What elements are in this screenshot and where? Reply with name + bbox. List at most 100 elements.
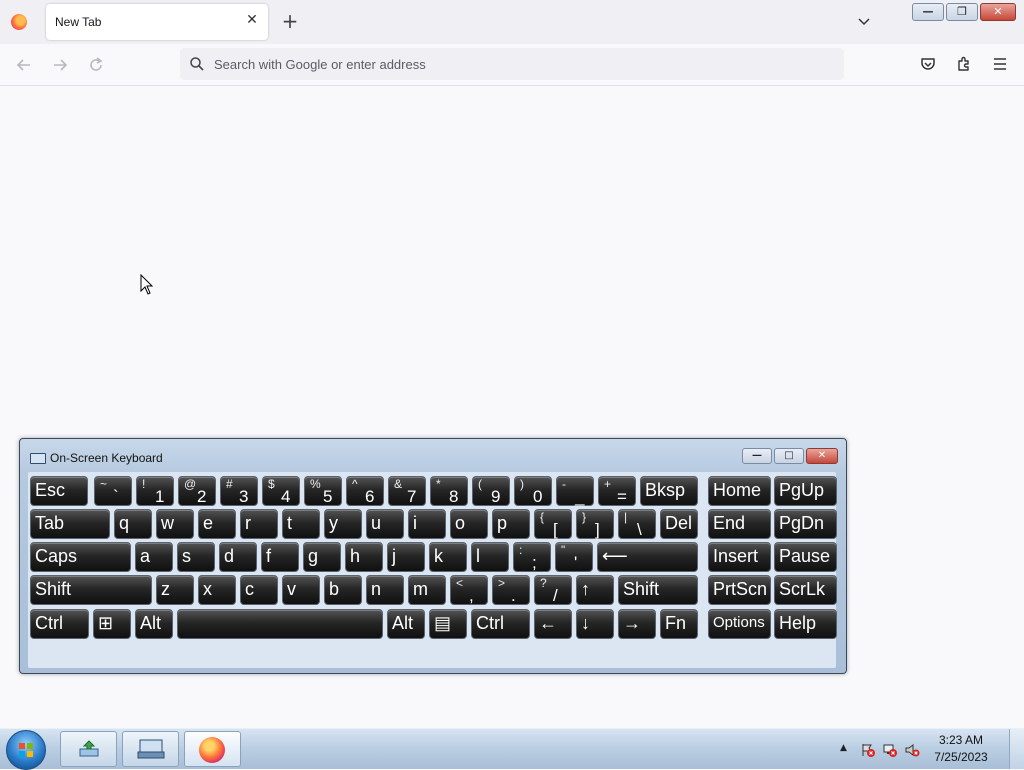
url-bar[interactable] — [180, 48, 844, 80]
key-rbracket[interactable]: }] — [576, 509, 614, 539]
key-pgdn[interactable]: PgDn — [774, 509, 837, 539]
key-left[interactable]: ← — [534, 609, 572, 639]
back-icon[interactable] — [15, 56, 33, 74]
show-hidden-icons-icon[interactable]: ▲ — [840, 743, 847, 753]
maximize-button[interactable]: ❐ — [946, 3, 978, 21]
address-input[interactable] — [214, 55, 814, 73]
key-del[interactable]: Del — [660, 509, 698, 539]
key-v[interactable]: v — [282, 575, 320, 605]
key-period[interactable]: >. — [492, 575, 530, 605]
key-bksp[interactable]: Bksp — [640, 476, 698, 506]
key-n[interactable]: n — [366, 575, 404, 605]
key-down[interactable]: ↓ — [576, 609, 614, 639]
key-up[interactable]: ↑ — [576, 575, 614, 605]
key-insert[interactable]: Insert — [708, 542, 771, 572]
key-k[interactable]: k — [429, 542, 467, 572]
key-3[interactable]: #3 — [220, 476, 258, 506]
key-esc[interactable]: Esc — [30, 476, 88, 506]
key-enter[interactable]: ⟵ — [597, 542, 698, 572]
key-z[interactable]: z — [156, 575, 194, 605]
key-l[interactable]: l — [471, 542, 509, 572]
key-slash[interactable]: ? / — [534, 575, 572, 605]
key-quote[interactable]: " ' — [555, 542, 593, 572]
key-6[interactable]: ^ 6 — [346, 476, 384, 506]
clock-time[interactable]: 3:23 AM — [926, 733, 996, 747]
key-9[interactable]: (9 — [472, 476, 510, 506]
key-lalt[interactable]: Alt — [135, 609, 173, 639]
key-5[interactable]: % 5 — [304, 476, 342, 506]
tab-new-tab[interactable]: New Tab ✕ — [46, 4, 268, 40]
key-j[interactable]: j — [387, 542, 425, 572]
key-equals[interactable]: + = — [598, 476, 636, 506]
key-comma[interactable]: <, — [450, 575, 488, 605]
key-t[interactable]: t — [282, 509, 320, 539]
key-caps[interactable]: Caps — [30, 542, 131, 572]
key-u[interactable]: u — [366, 509, 404, 539]
osk-minimize-button[interactable]: — — [742, 448, 772, 464]
key-rshift[interactable]: Shift — [618, 575, 698, 605]
tab-close-icon[interactable]: ✕ — [244, 12, 260, 28]
key-space[interactable] — [177, 609, 383, 639]
key-b[interactable]: b — [324, 575, 362, 605]
key-p[interactable]: p — [492, 509, 530, 539]
key-0[interactable]: ) 0 — [514, 476, 552, 506]
key-semicolon[interactable]: :; — [513, 542, 551, 572]
minimize-button[interactable]: — — [912, 3, 944, 21]
key-help[interactable]: Help — [774, 609, 837, 639]
key-home[interactable]: Home — [708, 476, 771, 506]
key-pgup[interactable]: PgUp — [774, 476, 837, 506]
key-2[interactable]: @2 — [178, 476, 216, 506]
show-desktop-button[interactable] — [1009, 729, 1024, 769]
key-options[interactable]: Options — [708, 609, 771, 639]
key-ralt[interactable]: Alt — [387, 609, 425, 639]
taskbar-firefox-button[interactable] — [184, 731, 241, 767]
key-c[interactable]: c — [240, 575, 278, 605]
key-end[interactable]: End — [708, 509, 771, 539]
key-win[interactable]: ⊞ — [93, 609, 131, 639]
key-8[interactable]: * 8 — [430, 476, 468, 506]
key-7[interactable]: & 7 — [388, 476, 426, 506]
osk-close-button[interactable]: ✕ — [806, 448, 838, 464]
key-d[interactable]: d — [219, 542, 257, 572]
key-fn[interactable]: Fn — [660, 609, 698, 639]
key-f[interactable]: f — [261, 542, 299, 572]
key-tab[interactable]: Tab — [30, 509, 110, 539]
key-minus[interactable]: - _ — [556, 476, 594, 506]
key-tilde[interactable]: ~ ` — [94, 476, 132, 506]
firefox-view-icon[interactable] — [11, 14, 27, 30]
taskbar-explorer-button[interactable] — [60, 731, 117, 767]
key-lctrl[interactable]: Ctrl — [30, 609, 89, 639]
key-right[interactable]: → — [618, 609, 656, 639]
key-r[interactable]: r — [240, 509, 278, 539]
key-scrlk[interactable]: ScrLk — [774, 575, 837, 605]
menu-icon[interactable] — [991, 55, 1009, 73]
key-x[interactable]: x — [198, 575, 236, 605]
key-1[interactable]: ! 1 — [136, 476, 174, 506]
reload-icon[interactable] — [87, 56, 105, 74]
forward-icon[interactable] — [51, 56, 69, 74]
pocket-icon[interactable] — [919, 55, 937, 73]
key-menu[interactable]: ▤ — [429, 609, 467, 639]
new-tab-button[interactable]: + — [280, 11, 300, 31]
key-lbracket[interactable]: {[ — [534, 509, 572, 539]
key-4[interactable]: $4 — [262, 476, 300, 506]
key-w[interactable]: w — [156, 509, 194, 539]
action-center-flag-icon[interactable] — [860, 742, 876, 758]
list-all-tabs-icon[interactable] — [856, 13, 872, 29]
taskbar-osk-button[interactable] — [122, 731, 179, 767]
key-pause[interactable]: Pause — [774, 542, 837, 572]
key-s[interactable]: s — [177, 542, 215, 572]
key-y[interactable]: y — [324, 509, 362, 539]
key-h[interactable]: h — [345, 542, 383, 572]
network-icon[interactable] — [882, 742, 898, 758]
key-backslash[interactable]: | \ — [618, 509, 656, 539]
start-button[interactable] — [6, 730, 46, 770]
close-button[interactable]: ✕ — [980, 3, 1016, 21]
osk-maximize-button[interactable]: □ — [774, 448, 804, 464]
extensions-icon[interactable] — [955, 55, 973, 73]
key-rctrl[interactable]: Ctrl — [471, 609, 530, 639]
key-o[interactable]: o — [450, 509, 488, 539]
key-e[interactable]: e — [198, 509, 236, 539]
key-i[interactable]: i — [408, 509, 446, 539]
key-m[interactable]: m — [408, 575, 446, 605]
